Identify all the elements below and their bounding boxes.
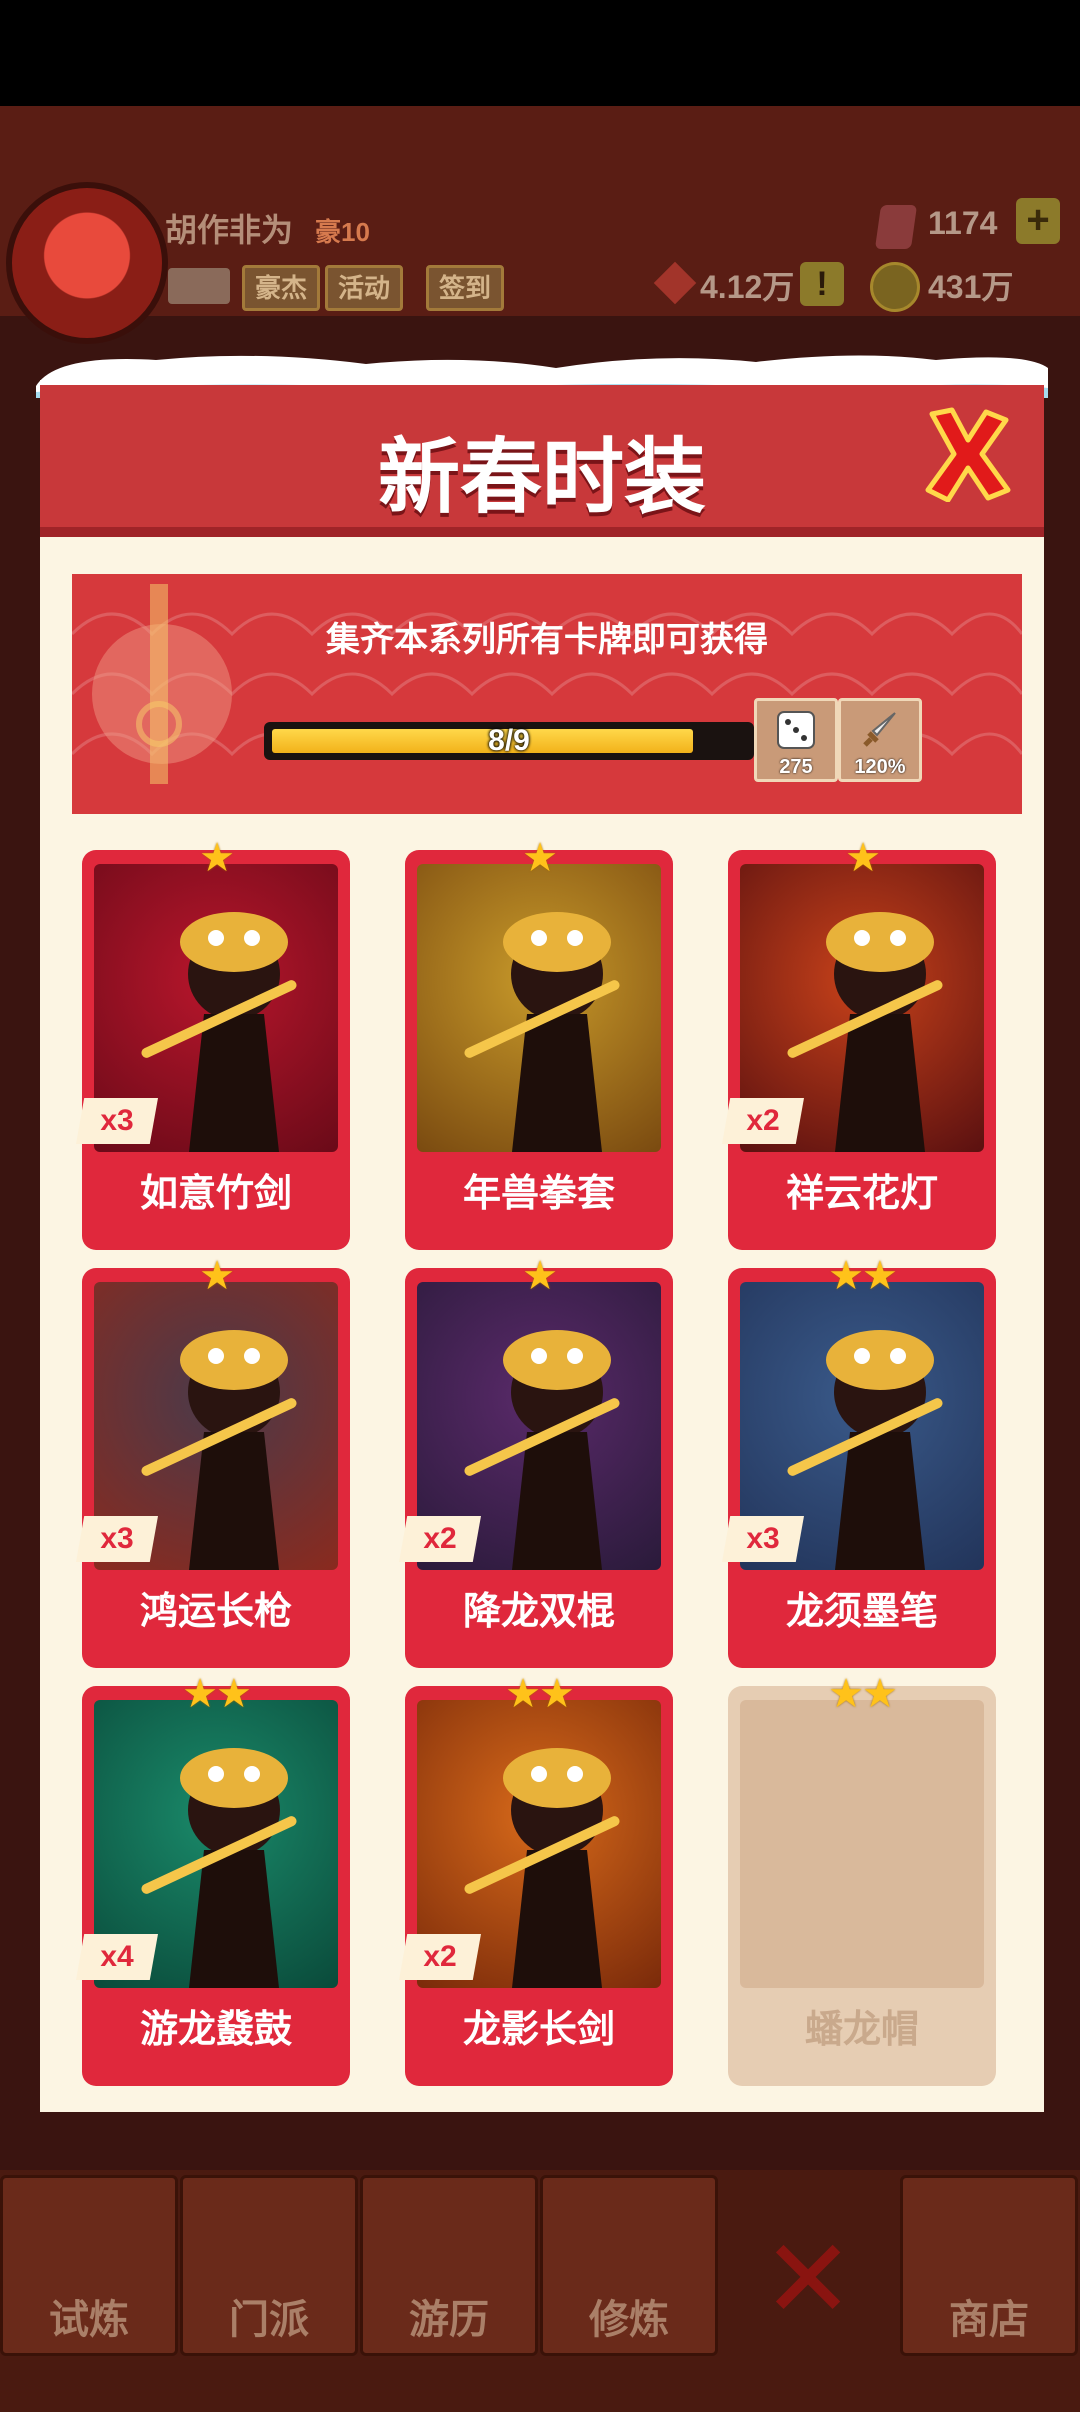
close-icon[interactable]: ✕ [762, 2225, 854, 2335]
heroes-button[interactable]: 豪杰 [242, 265, 321, 311]
card-name: 年兽拳套 [462, 1173, 615, 1215]
alert-button[interactable]: ! [800, 262, 844, 306]
card-name: 降龙双棍 [462, 1591, 615, 1633]
mail-icon[interactable] [168, 268, 230, 304]
reward-sword[interactable]: 120% [838, 698, 922, 782]
reward-label: 120% [854, 756, 906, 778]
costume-card[interactable]: ★ x2 降龙双棍 [399, 1256, 673, 1668]
dice-icon [777, 711, 815, 749]
star-rating: ★★ [828, 1254, 898, 1298]
close-icon[interactable] [922, 406, 1014, 502]
star-rating: ★ [522, 836, 558, 880]
card-count-badge: x2 [399, 1516, 481, 1562]
player-name: 胡作非为 [165, 212, 294, 248]
status-bar [0, 0, 1080, 106]
costume-card[interactable]: ★ x3 如意竹剑 [76, 838, 350, 1250]
nav-label: 修炼 [589, 2298, 669, 2342]
nav-label: 试炼 [49, 2298, 129, 2342]
coin-count: 431万 [928, 269, 1014, 305]
coin-icon [870, 262, 920, 312]
nav-label: 游历 [409, 2298, 489, 2342]
card-count-badge: x3 [76, 1516, 158, 1562]
card-art [740, 1700, 984, 1988]
modal-title: 新春时装 [377, 432, 706, 523]
card-count-badge: x3 [76, 1098, 158, 1144]
card-count-badge: x2 [722, 1098, 804, 1144]
nav-tab-cultivate[interactable]: 修炼 [540, 2175, 718, 2356]
nav-tab-sect[interactable]: 门派 [180, 2175, 358, 2356]
card-count-badge: x3 [722, 1516, 804, 1562]
lion-mask-icon [92, 584, 232, 784]
costume-card[interactable]: ★ 年兽拳套 [405, 838, 673, 1250]
costume-card[interactable]: ★ x2 祥云花灯 [722, 838, 996, 1250]
card-name: 龙须墨笔 [785, 1591, 938, 1633]
costume-card[interactable]: ★ x3 鸿运长枪 [76, 1256, 350, 1668]
collection-progress-label: 8/9 [488, 724, 530, 757]
nav-tab-trial[interactable]: 试炼 [0, 2175, 178, 2356]
banner-text: 集齐本系列所有卡牌即可获得 [326, 621, 768, 659]
star-rating: ★★ [828, 1672, 898, 1716]
star-rating: ★★ [505, 1672, 575, 1716]
add-gems-button[interactable]: + [1016, 198, 1060, 244]
checkin-button[interactable]: 签到 [426, 265, 505, 311]
card-name: 游龙鼗鼓 [139, 2009, 292, 2051]
card-count-badge: x2 [399, 1934, 481, 1980]
star-rating: ★ [199, 1254, 235, 1298]
card-name: 蟠龙帽 [804, 2009, 919, 2051]
reward-dice[interactable]: 275 [754, 698, 838, 782]
star-rating: ★ [522, 1254, 558, 1298]
nav-label: 商店 [949, 2298, 1029, 2342]
card-art [417, 864, 661, 1152]
card-count-badge: x4 [76, 1934, 158, 1980]
star-rating: ★ [199, 836, 235, 880]
card-name: 如意竹剑 [139, 1173, 292, 1215]
character-icon [464, 912, 620, 1152]
costume-card[interactable]: ★★ 蟠龙帽 [728, 1674, 996, 2086]
nav-tab-travel[interactable]: 游历 [360, 2175, 538, 2356]
star-rating: ★★ [182, 1672, 252, 1716]
nav-tab-shop[interactable]: 商店 [900, 2175, 1078, 2356]
reward-label: 275 [779, 756, 813, 778]
player-avatar[interactable] [6, 182, 168, 344]
star-rating: ★ [845, 836, 881, 880]
costume-card[interactable]: ★★ x4 游龙鼗鼓 [76, 1674, 350, 2086]
events-button[interactable]: 活动 [325, 265, 404, 311]
sword-icon [863, 712, 896, 747]
card-name: 龙影长剑 [462, 2009, 615, 2051]
costume-card[interactable]: ★★ x3 龙须墨笔 [722, 1256, 996, 1668]
costume-card[interactable]: ★★ x2 龙影长剑 [399, 1674, 673, 2086]
rank-badge: 豪10 [315, 217, 370, 247]
power-count: 4.12万 [700, 269, 795, 305]
card-name: 祥云花灯 [785, 1173, 938, 1215]
gem-count: 1174 [928, 205, 998, 241]
nav-label: 门派 [229, 2298, 309, 2342]
gem-icon [874, 205, 918, 249]
card-name: 鸿运长枪 [139, 1591, 292, 1633]
